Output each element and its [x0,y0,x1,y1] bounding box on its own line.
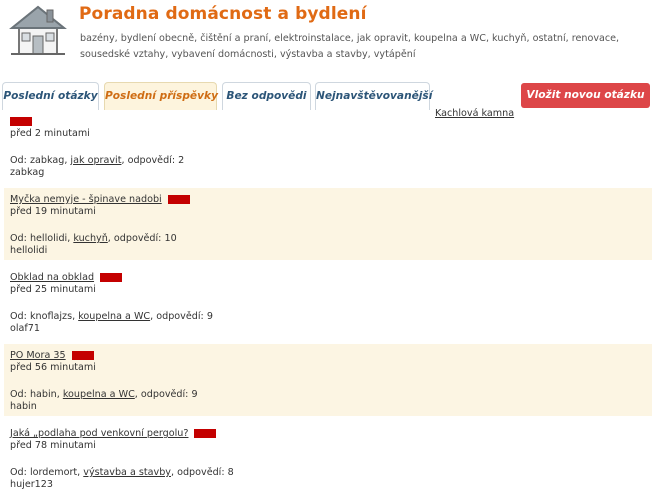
list-item: Obklad na obklad před 25 minutami Od: kn… [4,266,652,338]
post-time: před 56 minutami [10,362,96,373]
new-badge [100,272,123,282]
post-category-link[interactable]: kuchyň [73,233,107,244]
post-meta: Od: habin, koupelna a WC, odpovědí: 9 [10,389,198,400]
new-badge [194,428,217,438]
ask-question-button[interactable]: Vložit novou otázku [521,83,650,108]
site-header: Poradna domácnost a bydlení bazény, bydl… [0,0,656,78]
post-author: lordemort [29,467,78,478]
post-meta: Od: knoflajzs, koupelna a WC, odpovědí: … [10,311,213,322]
post-category-link[interactable]: jak opravit [70,155,121,166]
last-user: zabkag [10,167,45,178]
tab-unanswered[interactable]: Bez odpovědi [222,82,311,110]
post-category-link[interactable]: výstavba a stavby [83,467,171,478]
post-time: před 2 minutami [10,128,90,139]
last-user: habin [10,401,37,412]
post-title-link[interactable]: Obklad na obklad [10,272,94,283]
post-title-link[interactable]: PO Mora 35 [10,350,66,361]
post-time: před 19 minutami [10,206,96,217]
reply-count: 2 [178,155,185,166]
post-title-link[interactable]: Jaká „podlaha pod venkovní pergolu? [10,428,188,439]
list-item: Jaká „podlaha pod venkovní pergolu? před… [4,422,652,494]
tab-latest-questions[interactable]: Poslední otázky [2,82,99,110]
post-meta: Od: lordemort, výstavba a stavby, odpově… [10,467,234,478]
post-category-link[interactable]: koupelna a WC [63,389,135,400]
new-badge [167,194,190,204]
post-author: hellolidi [29,233,68,244]
reply-count: 9 [206,311,213,322]
last-user: olaf71 [10,323,40,334]
tab-latest-posts[interactable]: Poslední příspěvky [104,82,218,110]
reply-count: 10 [164,233,177,244]
house-logo-icon[interactable] [9,4,67,58]
post-meta: Od: zabkag, jak opravit, odpovědí: 2 [10,155,185,166]
list-item: PO Mora 35 před 56 minutami Od: habin, k… [4,344,652,416]
post-author: zabkag [29,155,65,166]
new-badge [10,116,32,126]
post-time: před 25 minutami [10,284,96,295]
post-time: před 78 minutami [10,440,96,451]
reply-count: 9 [191,389,198,400]
tab-most-visited[interactable]: Nejnavštěvovanější [315,82,432,110]
list-item: Myčka nemyje - špinave nadobi před 19 mi… [4,188,652,260]
new-badge [71,350,94,360]
post-meta: Od: hellolidi, kuchyň, odpovědí: 10 [10,233,177,244]
site-title[interactable]: Poradna domácnost a bydlení [79,4,367,24]
list-item: před 2 minutami Od: zabkag, jak opravit,… [4,110,652,182]
last-user: hujer123 [10,479,53,490]
post-author: habin [29,389,57,400]
category-list: bazény, bydlení obecně, čištění a praní,… [80,33,620,60]
post-author: knoflajzs [29,311,73,322]
reply-count: 8 [227,467,234,478]
post-category-link[interactable]: koupelna a WC [78,311,150,322]
post-title-link[interactable]: Myčka nemyje - špinave nadobi [10,194,162,205]
last-user: hellolidi [10,245,48,256]
